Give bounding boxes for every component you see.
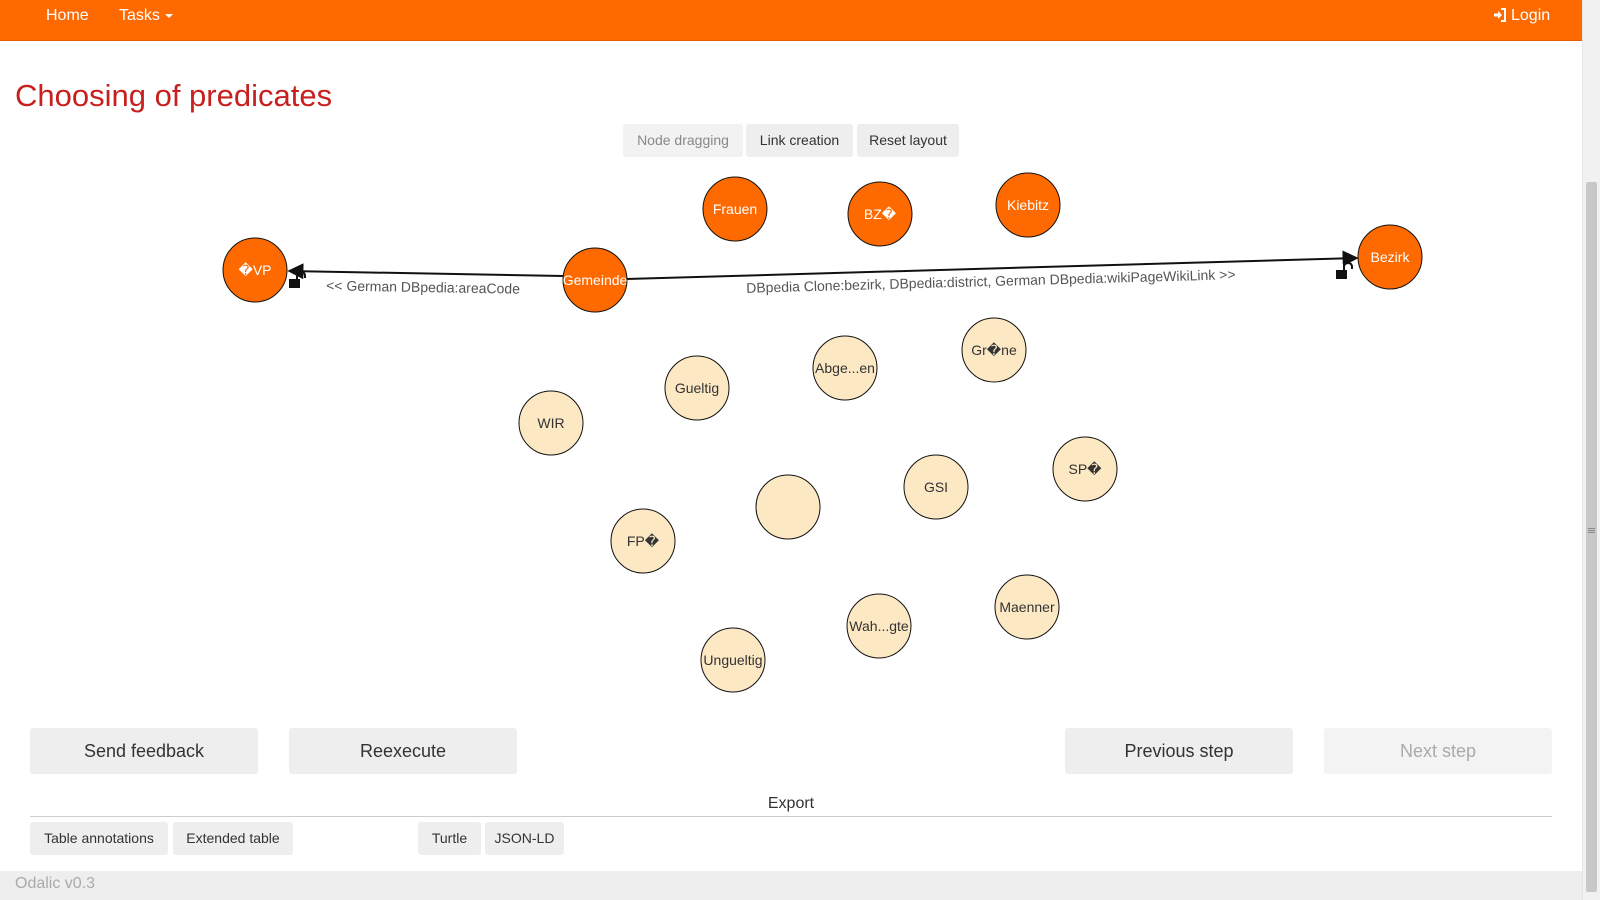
scrollbar-grip-icon (1588, 528, 1595, 529)
graph-node-label: Gemeinde (563, 272, 628, 288)
graph-node-fp[interactable]: FP� (610, 508, 676, 574)
graph-node-label: Bezirk (1371, 249, 1411, 265)
unlock-icon[interactable] (289, 270, 306, 288)
graph-node-label: FP� (627, 533, 660, 549)
graph-node-label: BZ� (864, 206, 897, 222)
send-feedback-button[interactable]: Send feedback (30, 728, 258, 774)
graph-node-bz[interactable]: BZ� (847, 181, 913, 247)
predicate-graph: << German DBpedia:areaCode DBpedia Clone… (222, 172, 1423, 693)
edge-gemeinde-vp[interactable]: << German DBpedia:areaCode (287, 263, 564, 297)
graph-node-bezirk[interactable]: Bezirk (1357, 224, 1423, 290)
graph-node-label: Gueltig (675, 380, 719, 396)
export-heading: Export (767, 795, 815, 812)
reexecute-button[interactable]: Reexecute (289, 728, 517, 774)
graph-node-gsi[interactable]: GSI (903, 454, 969, 520)
edge-gemeinde-bezirk[interactable]: DBpedia Clone:bezirk, DBpedia:district, … (625, 250, 1359, 296)
graph-node-gemeinde[interactable]: Gemeinde (562, 247, 628, 313)
graph-node-empty[interactable] (755, 474, 821, 540)
graph-node-label: �VP (238, 262, 271, 278)
graph-node-sp[interactable]: SP� (1052, 436, 1118, 502)
footer-version: Odalic v0.3 (15, 875, 96, 892)
graph-node-vp[interactable]: �VP (222, 237, 288, 303)
graph-node-label: Abge...en (815, 360, 875, 376)
graph-node-label: Gr�ne (971, 342, 1017, 358)
graph-node-label: Wah...gte (849, 618, 909, 634)
graph-node-label: Kiebitz (1007, 197, 1049, 213)
graph-node-wir[interactable]: WIR (518, 390, 584, 456)
edge-label-district: DBpedia Clone:bezirk, DBpedia:district, … (746, 266, 1236, 296)
graph-node-label: Maenner (999, 599, 1055, 615)
graph-node-label: Frauen (713, 201, 757, 217)
graph-node-gueltig[interactable]: Gueltig (664, 355, 730, 421)
next-step-button[interactable]: Next step (1324, 728, 1552, 774)
edge-label-area-code: << German DBpedia:areaCode (326, 277, 520, 296)
export-extended-table-button[interactable]: Extended table (173, 822, 293, 855)
graph-node-abge[interactable]: Abge...en (812, 335, 878, 401)
graph-node-wahgte[interactable]: Wah...gte (846, 593, 912, 659)
scrollbar-thumb[interactable] (1586, 182, 1597, 892)
graph-node-grune[interactable]: Gr�ne (961, 317, 1027, 383)
export-divider (30, 816, 1552, 817)
graph-node-label: SP� (1068, 461, 1102, 477)
export-table-annotations-button[interactable]: Table annotations (30, 822, 168, 855)
graph-node-label: Ungueltig (703, 652, 762, 668)
graph-node-label: WIR (537, 415, 564, 431)
page-scrollbar[interactable] (1582, 0, 1600, 900)
export-turtle-button[interactable]: Turtle (418, 822, 481, 855)
previous-step-button[interactable]: Previous step (1065, 728, 1293, 774)
export-json-ld-button[interactable]: JSON-LD (485, 822, 564, 855)
graph-node-kiebitz[interactable]: Kiebitz (995, 172, 1061, 238)
graph-node-ungueltig[interactable]: Ungueltig (700, 627, 766, 693)
unlock-icon[interactable] (1336, 261, 1353, 279)
graph-node-maenner[interactable]: Maenner (994, 574, 1060, 640)
graph-node-label: GSI (924, 479, 948, 495)
graph-node-frauen[interactable]: Frauen (702, 176, 768, 242)
footer: Odalic v0.3 (0, 871, 1582, 900)
